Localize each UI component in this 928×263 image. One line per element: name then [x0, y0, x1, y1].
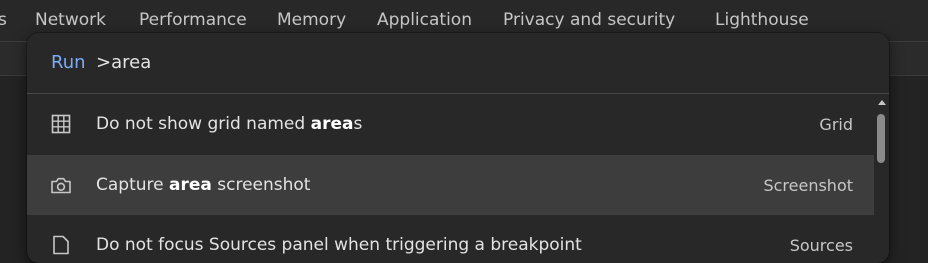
command-item-title: Do not focus Sources panel when triggeri…	[96, 235, 582, 255]
command-menu: Run Do not show grid named areas Grid Ca…	[27, 33, 889, 263]
camera-icon	[51, 177, 71, 194]
command-item[interactable]: Do not focus Sources panel when triggeri…	[27, 215, 874, 263]
command-item-title: Do not show grid named areas	[96, 114, 363, 134]
command-item-category: Grid	[819, 115, 853, 134]
command-prompt-row: Run	[27, 33, 889, 94]
prompt-label: Run	[51, 52, 86, 73]
grid-icon	[51, 114, 71, 134]
command-input[interactable]	[96, 52, 796, 73]
command-item[interactable]: Do not show grid named areas Grid	[27, 94, 874, 154]
tab-lighthouse[interactable]: Lighthouse	[715, 10, 809, 30]
tab-memory[interactable]: Memory	[277, 10, 346, 30]
command-item-selected[interactable]: Capture area screenshot Screenshot	[27, 155, 874, 215]
tab-network[interactable]: Network	[35, 10, 106, 30]
file-icon	[53, 235, 69, 255]
tab-privacy-and-security[interactable]: Privacy and security	[503, 10, 675, 30]
command-item-category: Screenshot	[763, 176, 853, 195]
tab-performance[interactable]: Performance	[139, 10, 247, 30]
results-scrollbar[interactable]	[874, 94, 889, 263]
tab-application[interactable]: Application	[377, 10, 472, 30]
scroll-thumb[interactable]	[877, 114, 885, 163]
tab-sources[interactable]: s	[0, 10, 7, 30]
command-item-category: Sources	[789, 236, 853, 255]
scroll-up-arrow-icon[interactable]	[878, 100, 886, 105]
command-item-title: Capture area screenshot	[96, 175, 311, 195]
